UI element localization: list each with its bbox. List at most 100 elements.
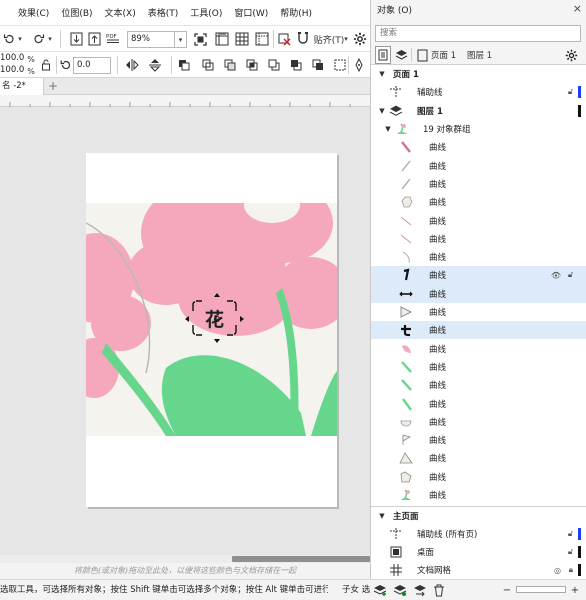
show-guidelines-icon[interactable] [254,30,270,48]
trim-icon[interactable] [222,56,238,74]
menu-table[interactable]: 表格(T) [142,6,185,19]
tree-object-row[interactable]: 曲线 [371,284,586,303]
new-layer-icon[interactable] [372,581,388,599]
eye-off-icon[interactable]: ◎ [554,566,561,575]
scale-height-field[interactable]: 100.0 [0,65,26,77]
master-item-grid[interactable]: 文档网格 ◎ 🔒︎ [371,561,586,579]
menu-text[interactable]: 文本(X) [99,6,142,19]
tree-object-row[interactable]: 曲线 [371,413,586,431]
current-layer-label[interactable]: 图层 1 [467,46,492,64]
current-page-label[interactable]: 页面 1 [431,46,456,64]
zoom-level-field[interactable]: 89% [127,31,175,48]
zoom-dropdown-icon[interactable]: ▾ [175,31,187,48]
scale-width-field[interactable]: 100.0 [0,53,26,65]
tree-object-row[interactable]: 曲线 [371,394,586,412]
delete-trash-icon[interactable] [432,581,446,599]
tree-guides-row[interactable]: 辅助线 🔓︎ [371,83,586,101]
tree-object-row[interactable]: 曲线 [371,486,586,504]
new-master-layer-icon[interactable] [392,581,408,599]
tree-object-row[interactable]: 曲线 [371,157,586,175]
eye-icon[interactable]: 👁︎ [551,271,561,280]
rotation-icon[interactable] [59,56,73,74]
scrollbar-thumb[interactable] [232,556,370,562]
lock-icon[interactable]: 🔓︎ [568,547,573,557]
rotation-angle-field[interactable]: 0.0 [73,57,111,74]
boundary-icon[interactable] [332,56,348,74]
document-page[interactable]: 花 [86,153,337,507]
undo-dropdown-icon[interactable]: ▾ [16,30,24,48]
lock-ratio-icon[interactable] [39,56,53,74]
collapse-arrow-icon[interactable]: ▼ [377,107,387,115]
master-item-desktop[interactable]: 桌面 🔓︎ [371,543,586,561]
tree-object-row[interactable]: 曲线 [371,431,586,449]
import-icon[interactable] [68,30,84,48]
tree-object-row[interactable]: 曲线 [371,358,586,376]
page-view-icon[interactable] [375,46,391,64]
pen-outline-icon[interactable] [351,56,367,74]
tree-layer-row[interactable]: ▼ 图层 1 [371,102,586,120]
mirror-horizontal-icon[interactable] [124,56,140,74]
collapse-arrow-icon[interactable]: ▼ [377,70,387,78]
pdf-export-icon[interactable]: PDF [104,30,122,48]
intersect-icon[interactable] [244,56,260,74]
tree-object-row[interactable]: 曲线 👁︎ 🔓︎ [371,266,586,285]
menu-window[interactable]: 窗口(W) [228,6,274,19]
new-tab-button[interactable]: + [46,78,60,94]
snap-dropdown-icon[interactable]: ▾ [342,30,350,48]
tree-page-row[interactable]: ▼ 页面 1 [371,65,586,83]
tree-object-row[interactable]: 曲线 [371,376,586,394]
tree-object-row[interactable]: 曲线 [371,321,586,340]
front-minus-back-icon[interactable] [288,56,304,74]
redo-icon[interactable] [32,30,46,48]
tree-object-row[interactable]: 曲线 [371,211,586,229]
thumbnail-size-slider[interactable] [516,586,566,593]
mirror-vertical-icon[interactable] [147,56,163,74]
tree-object-row[interactable]: 曲线 [371,340,586,358]
tree-object-row[interactable]: 曲线 [371,449,586,467]
snap-to-icon[interactable] [295,30,311,48]
collapse-arrow-icon[interactable]: ▼ [383,125,393,133]
master-item-guides[interactable]: 辅助线 (所有页) 🔓︎ [371,525,586,543]
zoom-out-icon[interactable]: − [500,581,514,599]
menu-effects[interactable]: 效果(C) [0,6,55,19]
tree-object-row[interactable]: 曲线 [371,468,586,486]
show-grid-icon[interactable] [234,30,250,48]
tree-object-row[interactable]: 曲线 [371,138,586,156]
group-objects-icon[interactable] [176,56,192,74]
simplify-icon[interactable] [266,56,282,74]
move-to-layer-icon[interactable] [412,581,428,599]
options-gear-icon[interactable] [352,30,368,48]
tree-object-row[interactable]: 曲线 [371,248,586,266]
lock-icon[interactable]: 🔓︎ [568,529,573,539]
close-icon[interactable]: × [573,2,582,15]
tree-group-row[interactable]: ▼ 19 对象群组 [371,120,586,138]
snap-to-label[interactable]: 贴齐(T) [312,30,346,48]
full-screen-icon[interactable] [192,30,208,48]
undo-icon[interactable] [2,30,16,48]
redo-dropdown-icon[interactable]: ▾ [46,30,54,48]
flower-artwork[interactable]: 花 [86,203,337,436]
export-icon[interactable] [86,30,102,48]
docker-options-gear-icon[interactable] [563,46,579,64]
menu-tools[interactable]: 工具(O) [184,6,228,19]
lock-icon[interactable]: 🔒︎ [569,565,573,575]
tree-object-row[interactable]: 曲线 [371,175,586,193]
zoom-in-icon[interactable]: + [568,581,582,599]
snap-off-icon[interactable] [277,30,293,48]
horizontal-scrollbar[interactable] [0,555,370,563]
lock-icon[interactable]: 🔓︎ [568,270,573,280]
menu-bitmaps[interactable]: 位图(B) [55,6,98,19]
layers-icon[interactable] [393,46,409,64]
tree-object-row[interactable]: 曲线 [371,193,586,211]
tree-object-row[interactable]: 曲线 [371,303,586,321]
back-minus-front-icon[interactable] [310,56,326,74]
weld-icon[interactable] [200,56,216,74]
docker-search-input[interactable]: 搜索 [375,25,581,42]
show-rulers-icon[interactable] [214,30,230,48]
tree-object-row[interactable]: 曲线 [371,230,586,248]
drawing-canvas[interactable]: 花 [0,107,370,555]
master-page-header[interactable]: ▼ 主页面 [371,507,586,525]
menu-help[interactable]: 帮助(H) [274,6,318,19]
document-tab[interactable]: 名 -2* [0,78,44,95]
lock-icon[interactable]: 🔓︎ [568,87,573,97]
